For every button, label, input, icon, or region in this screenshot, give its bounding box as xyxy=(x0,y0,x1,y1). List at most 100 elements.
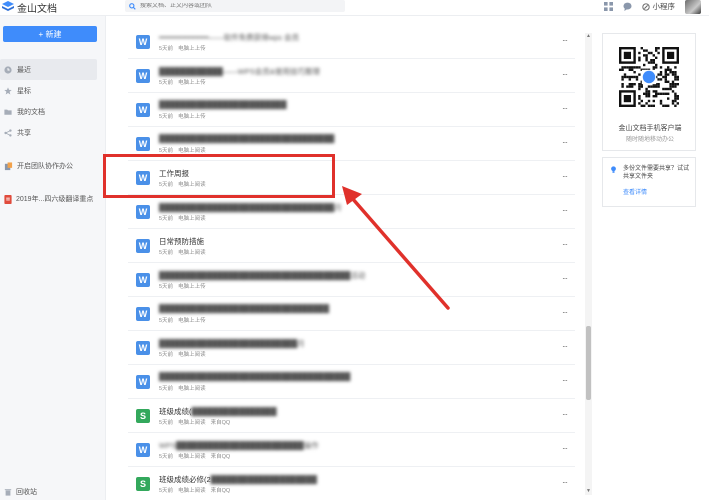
file-meta: 5天前 电脑上上传 xyxy=(159,316,211,324)
more-options-icon[interactable]: ··· xyxy=(562,172,568,181)
lightbulb-icon xyxy=(611,166,616,173)
more-options-icon[interactable]: ··· xyxy=(562,70,568,79)
scroll-up-arrow-icon[interactable]: ▲ xyxy=(586,33,591,39)
file-row[interactable]: W ━━━━━━━━━━━——软件免费获得wps 会员 5天前 电脑上上传 ··· xyxy=(128,25,575,59)
file-row[interactable]: W ████████████——WPS会员&使用技巧整理 5天前 电脑上上传 ··· xyxy=(128,59,575,93)
scroll-down-arrow-icon[interactable]: ▼ xyxy=(586,488,591,494)
file-meta: 5天前 电脑上阅读 xyxy=(159,350,211,358)
sidebar-item-recent[interactable]: 最近 xyxy=(0,59,97,80)
file-title[interactable]: 日常预防措施 xyxy=(159,236,204,247)
file-title[interactable]: ████████████████████████████████████活动 xyxy=(159,270,365,281)
file-title[interactable]: WPS████████████████████████操作 xyxy=(159,440,319,451)
mini-program-label: 小程序 xyxy=(652,2,676,11)
file-row[interactable]: W █████████████████████████████████月 5天前 电脑… xyxy=(128,195,575,229)
tip-details-link[interactable]: 查看详情 xyxy=(623,187,647,196)
more-options-icon[interactable]: ··· xyxy=(562,240,568,249)
search-input[interactable] xyxy=(140,3,330,9)
file-meta-time: 5天前 xyxy=(159,352,174,358)
file-meta-action: 电脑上阅读 xyxy=(178,420,206,426)
file-meta-action: 电脑上上传 xyxy=(178,46,206,52)
file-row[interactable]: W ████████████████████████ 5天前 电脑上上传 ··· xyxy=(128,93,575,127)
sidebar-nav: 最近 星标 我的文档 共享 xyxy=(0,59,106,143)
kdocs-app: 金山文档 小程序 xyxy=(0,0,709,500)
file-row[interactable]: W ████████████████████████████████████活动 5… xyxy=(128,263,575,297)
file-meta-action: 电脑上阅读 xyxy=(178,182,206,188)
word-file-icon: W xyxy=(136,137,150,151)
file-title[interactable]: 班级成绩必修(2████████████████████ xyxy=(159,474,317,485)
file-row[interactable]: W 日常预防措施 5天前 电脑上阅读 ··· xyxy=(128,229,575,263)
recycle-bin-link[interactable]: 回收站 xyxy=(4,487,37,497)
spreadsheet-file-icon: S xyxy=(136,409,150,423)
more-options-icon[interactable]: ··· xyxy=(562,478,568,487)
kdocs-logo-icon xyxy=(2,1,14,11)
pinned-doc-item[interactable]: 2019年...四六级翻译重点 xyxy=(4,194,93,204)
file-meta-action: 电脑上阅读 xyxy=(178,250,206,256)
tip-text: 多份文件需要共享？试试共享文件夹 xyxy=(623,166,690,180)
scrollbar-track[interactable] xyxy=(585,33,592,495)
word-file-icon: W xyxy=(136,307,150,321)
mini-program-button[interactable]: 小程序 xyxy=(641,1,676,12)
file-meta-time: 5天前 xyxy=(159,386,174,392)
pdf-doc-icon xyxy=(4,194,12,204)
more-options-icon[interactable]: ··· xyxy=(562,274,568,283)
file-row[interactable]: W 工作周报 5天前 电脑上阅读 ··· xyxy=(128,161,575,195)
file-title[interactable]: ████████████——WPS会员&使用技巧整理 xyxy=(159,66,320,77)
file-title[interactable]: 工作周报 xyxy=(159,168,189,179)
file-row[interactable]: W █████████████████████████████████ 5天前 电脑上… xyxy=(128,127,575,161)
more-options-icon[interactable]: ··· xyxy=(562,444,568,453)
spreadsheet-file-icon: S xyxy=(136,477,150,491)
more-options-icon[interactable]: ··· xyxy=(562,206,568,215)
message-icon[interactable] xyxy=(622,2,632,11)
sidebar: + 新建 最近 星标 我的文档 共享 开启团队协作办公 2019年...四六级翻… xyxy=(0,16,106,500)
file-row[interactable]: W ████████████████████████████████ 5天前 电脑上上… xyxy=(128,297,575,331)
sidebar-item-my-docs[interactable]: 我的文档 xyxy=(0,101,106,122)
folder-icon xyxy=(4,109,12,115)
more-options-icon[interactable]: ··· xyxy=(562,342,568,351)
user-avatar[interactable] xyxy=(685,0,701,14)
more-options-icon[interactable]: ··· xyxy=(562,104,568,113)
more-options-icon[interactable]: ··· xyxy=(562,308,568,317)
file-row[interactable]: W ████████████████████████████████████ 5天前… xyxy=(128,365,575,399)
file-meta: 5天前 电脑上上传 xyxy=(159,78,211,86)
file-title[interactable]: █████████████████████████████████ xyxy=(159,134,334,143)
file-meta-time: 5天前 xyxy=(159,114,174,120)
file-meta-action: 电脑上上传 xyxy=(178,80,206,86)
mini-program-icon xyxy=(641,2,650,11)
file-title[interactable]: ████████████████████████ xyxy=(159,100,287,109)
file-meta: 5天前 电脑上阅读 xyxy=(159,180,211,188)
team-collab-link[interactable]: 开启团队协作办公 xyxy=(4,161,73,171)
new-button[interactable]: + 新建 xyxy=(3,26,97,42)
more-options-icon[interactable]: ··· xyxy=(562,36,568,45)
file-meta-action: 电脑上上传 xyxy=(178,318,206,324)
star-icon xyxy=(4,86,12,95)
file-meta: 5天前 电脑上阅读 xyxy=(159,384,211,392)
file-row[interactable]: S 班级成绩(████████████████ 5天前 电脑上阅读 来自QQ ··· xyxy=(128,399,575,433)
file-title[interactable]: ████████████████████████████████ xyxy=(159,304,329,313)
scrollbar-thumb[interactable] xyxy=(586,326,591,400)
file-row[interactable]: W ██████████████████████████月 5天前 电脑上阅读 ··· xyxy=(128,331,575,365)
file-row[interactable]: S 班级成绩必修(2████████████████████ 5天前 电脑上阅读 来自Q… xyxy=(128,467,575,500)
more-options-icon[interactable]: ··· xyxy=(562,410,568,419)
clock-icon xyxy=(4,65,12,74)
file-row[interactable]: W WPS████████████████████████操作 5天前 电脑上阅读 来自… xyxy=(128,433,575,467)
word-file-icon: W xyxy=(136,239,150,253)
file-meta: 5天前 电脑上上传 xyxy=(159,282,211,290)
file-meta-action: 电脑上上传 xyxy=(178,284,206,290)
sidebar-item-shared[interactable]: 共享 xyxy=(0,122,106,143)
app-logo[interactable]: 金山文档 xyxy=(2,0,57,15)
file-title[interactable]: ████████████████████████████████████ xyxy=(159,372,350,381)
file-title[interactable]: 班级成绩(████████████████ xyxy=(159,406,277,417)
grid-apps-icon[interactable] xyxy=(603,2,613,11)
search-box[interactable] xyxy=(125,0,345,12)
more-options-icon[interactable]: ··· xyxy=(562,376,568,385)
file-title[interactable]: ━━━━━━━━━━━——软件免费获得wps 会员 xyxy=(159,32,299,43)
file-meta-action: 电脑上阅读 xyxy=(178,216,206,222)
file-meta: 5天前 电脑上上传 xyxy=(159,44,211,52)
file-meta-time: 5天前 xyxy=(159,80,174,86)
mobile-app-card: 金山文档手机客户端 随时随地移动办公 xyxy=(602,33,696,151)
sidebar-item-starred[interactable]: 星标 xyxy=(0,80,106,101)
more-options-icon[interactable]: ··· xyxy=(562,138,568,147)
file-title[interactable]: ██████████████████████████月 xyxy=(159,338,305,349)
share-icon xyxy=(4,128,12,137)
file-title[interactable]: █████████████████████████████████月 xyxy=(159,202,342,213)
